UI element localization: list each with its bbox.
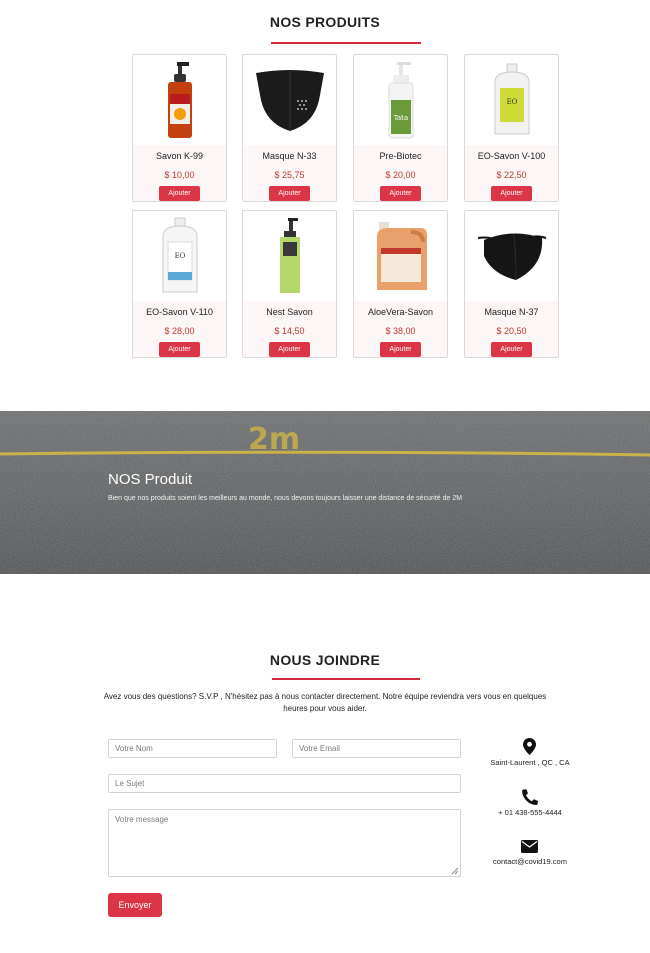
product-price: $ 20,00 xyxy=(385,170,416,180)
product-name: EO-Savon V-100 xyxy=(477,151,546,161)
product-price: $ 25,75 xyxy=(274,170,305,180)
envelope-icon xyxy=(521,840,538,853)
product-image-amber-refill-jug[interactable] xyxy=(354,211,447,301)
add-to-cart-button[interactable]: Ajouter xyxy=(491,342,532,357)
contact-phone: + 01 438-555-4444 xyxy=(498,808,562,817)
product-image-black-cloth-mask[interactable] xyxy=(465,211,558,301)
contact-address: Saint-Laurent , QC , CA xyxy=(490,758,570,767)
product-image-black-neoprene-mask[interactable] xyxy=(243,55,336,145)
product-image-lime-label-jug[interactable]: EO xyxy=(465,55,558,145)
banner-title: NOS Produit xyxy=(108,471,193,488)
product-image-orange-pump-bottle[interactable] xyxy=(133,55,226,145)
product-card: EO EO-Savon V-110 $ 28,00 Ajouter xyxy=(132,210,227,358)
phone-icon xyxy=(522,789,538,805)
product-price: $ 10,00 xyxy=(164,170,195,180)
product-name: Masque N-37 xyxy=(484,307,539,317)
product-price: $ 22,50 xyxy=(496,170,527,180)
product-price: $ 38,00 xyxy=(385,326,416,336)
product-image-green-soap-bottle[interactable] xyxy=(243,211,336,301)
add-to-cart-button[interactable]: Ajouter xyxy=(380,342,421,357)
product-price: $ 14,50 xyxy=(274,326,305,336)
product-name: Nest Savon xyxy=(266,307,313,317)
product-name: Pre-Biotec xyxy=(379,151,422,161)
contact-title-underline xyxy=(272,678,420,680)
map-marker-icon xyxy=(523,738,536,755)
resize-grip-icon[interactable] xyxy=(451,867,459,875)
message-textarea[interactable] xyxy=(108,809,461,877)
send-button[interactable]: Envoyer xyxy=(108,893,162,917)
asphalt-background: 2m xyxy=(0,411,650,574)
product-price: $ 28,00 xyxy=(164,326,195,336)
product-card: EO EO-Savon V-100 $ 22,50 Ajouter xyxy=(464,54,559,202)
contact-title: NOUS JOINDRE xyxy=(269,652,381,668)
distance-banner: 2m NOS Produit Bien que nos produits soi… xyxy=(0,411,650,574)
svg-text:EO: EO xyxy=(174,252,185,260)
product-name: Savon K-99 xyxy=(155,151,204,161)
product-card: Savon K-99 $ 10,00 Ajouter xyxy=(132,54,227,202)
product-card: Tata Pre-Biotec $ 20,00 Ajouter xyxy=(353,54,448,202)
add-to-cart-button[interactable]: Ajouter xyxy=(380,186,421,201)
subject-input[interactable] xyxy=(108,774,461,793)
banner-subtitle: Bien que nos produits soient les meilleu… xyxy=(108,495,463,502)
add-to-cart-button[interactable]: Ajouter xyxy=(159,186,200,201)
product-price: $ 20,50 xyxy=(496,326,527,336)
email-input[interactable] xyxy=(292,739,461,758)
product-name: AloeVera-Savon xyxy=(367,307,434,317)
products-title: NOS PRODUITS xyxy=(269,14,381,30)
svg-text:Tata: Tata xyxy=(392,114,407,122)
product-image-blue-label-jug[interactable]: EO xyxy=(133,211,226,301)
contact-email: contact@covid19.com xyxy=(493,857,567,866)
product-name: Masque N-33 xyxy=(262,151,317,161)
add-to-cart-button[interactable]: Ajouter xyxy=(269,342,310,357)
products-title-underline xyxy=(271,42,421,44)
product-name: EO-Savon V-110 xyxy=(146,307,213,317)
add-to-cart-button[interactable]: Ajouter xyxy=(159,342,200,357)
product-card: AloeVera-Savon $ 38,00 Ajouter xyxy=(353,210,448,358)
add-to-cart-button[interactable]: Ajouter xyxy=(269,186,310,201)
product-card: Masque N-37 $ 20,50 Ajouter xyxy=(464,210,559,358)
road-marking-text: 2m xyxy=(248,422,300,457)
product-card: Nest Savon $ 14,50 Ajouter xyxy=(242,210,337,358)
product-card: Masque N-33 $ 25,75 Ajouter xyxy=(242,54,337,202)
name-input[interactable] xyxy=(108,739,277,758)
product-image-green-label-pump-bottle[interactable]: Tata xyxy=(354,55,447,145)
add-to-cart-button[interactable]: Ajouter xyxy=(491,186,532,201)
svg-text:EO: EO xyxy=(506,98,517,106)
contact-intro: Avez vous des questions? S.V.P , N'hésit… xyxy=(103,692,547,713)
